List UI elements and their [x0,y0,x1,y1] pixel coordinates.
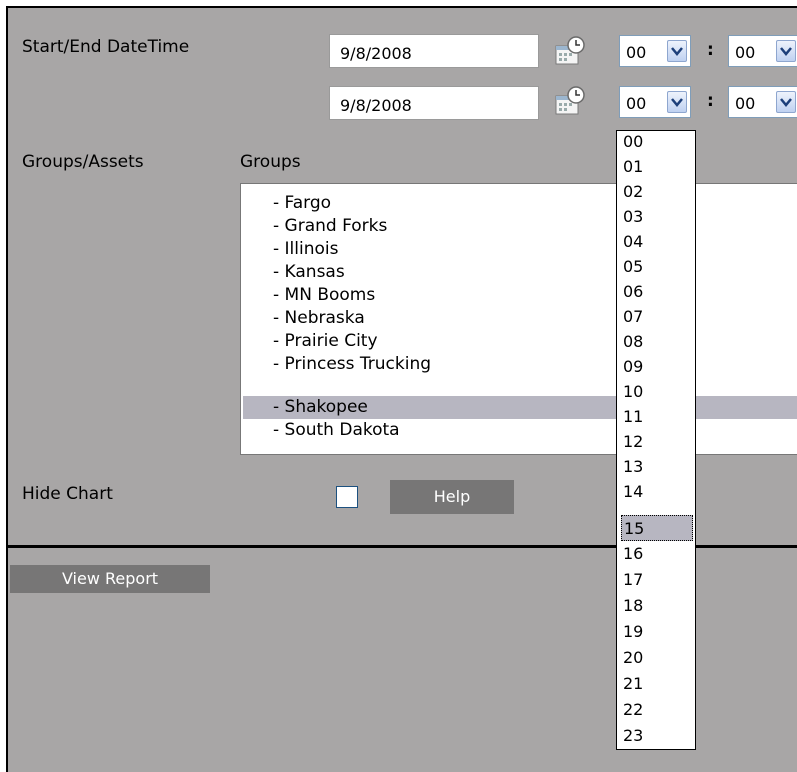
end-date-calendar-button[interactable] [553,84,587,118]
end-date-field[interactable]: 9/8/2008 [329,86,539,120]
hide-chart-label: Hide Chart [22,484,113,504]
hour-dropdown-list[interactable]: 00 01 02 03 04 05 06 07 08 09 10 11 12 1… [616,130,696,750]
dropdown-option[interactable]: 03 [621,204,693,230]
dropdown-option[interactable]: 19 [621,619,693,645]
start-date-calendar-button[interactable] [553,34,587,68]
dropdown-option[interactable]: 00 [621,129,693,155]
list-item-selected[interactable]: - Shakopee [273,396,368,419]
chevron-down-icon[interactable] [776,40,796,62]
list-item[interactable]: - MN Booms [273,284,375,307]
hide-chart-checkbox[interactable] [336,486,358,508]
dropdown-option[interactable]: 12 [621,429,693,455]
chevron-down-icon[interactable] [776,91,796,113]
report-form-window: Start/End DateTime 9/8/2008 00 : 00 9/8/… [0,0,797,772]
chevron-down-icon[interactable] [667,91,687,113]
dropdown-option[interactable]: 13 [621,454,693,480]
dropdown-option[interactable]: 23 [621,723,693,749]
start-hour-value: 00 [626,43,647,62]
dropdown-option[interactable]: 06 [621,279,693,305]
list-item[interactable]: - Fargo [273,192,331,215]
dropdown-option[interactable]: 20 [621,645,693,671]
calendar-clock-icon [555,36,585,65]
start-end-datetime-label: Start/End DateTime [22,37,190,57]
start-minute-select[interactable]: 00 [728,35,797,67]
dropdown-option[interactable]: 05 [621,254,693,280]
groups-label: Groups [240,152,301,172]
start-hour-select[interactable]: 00 [619,35,691,67]
list-item[interactable]: - Prairie City [273,330,378,353]
calendar-clock-icon [555,86,585,115]
time-separator: : [707,40,714,60]
dropdown-option[interactable]: 17 [621,567,693,593]
list-item[interactable]: - Nebraska [273,307,365,330]
dropdown-option[interactable]: 01 [621,154,693,180]
dropdown-option[interactable]: 14 [621,479,693,505]
dropdown-option[interactable]: 11 [621,404,693,430]
list-item[interactable]: - Princess Trucking [273,353,431,376]
dropdown-option-highlighted[interactable]: 15 [621,515,693,541]
dropdown-option[interactable]: 10 [621,379,693,405]
dropdown-option[interactable]: 09 [621,354,693,380]
dropdown-option[interactable]: 18 [621,593,693,619]
end-hour-select[interactable]: 00 [619,86,691,118]
start-minute-value: 00 [735,43,756,62]
start-date-field[interactable]: 9/8/2008 [329,34,539,68]
dropdown-option[interactable]: 04 [621,229,693,255]
list-item[interactable]: - Grand Forks [273,215,387,238]
dropdown-option[interactable]: 07 [621,304,693,330]
groups-listbox[interactable]: - Fargo - Grand Forks - Illinois - Kansa… [240,183,797,455]
end-minute-value: 00 [735,94,756,113]
dropdown-option[interactable]: 22 [621,697,693,723]
end-minute-select[interactable]: 00 [728,86,797,118]
list-item[interactable]: - Kansas [273,261,345,284]
list-item[interactable]: - South Dakota [273,419,400,442]
dropdown-option[interactable]: 02 [621,179,693,205]
help-button[interactable]: Help [390,480,514,514]
dropdown-option[interactable]: 16 [621,541,693,567]
list-item[interactable]: - Illinois [273,238,338,261]
view-report-button[interactable]: View Report [10,565,210,593]
chevron-down-icon[interactable] [667,40,687,62]
dropdown-option[interactable]: 21 [621,671,693,697]
time-separator: : [707,91,714,111]
groups-assets-label: Groups/Assets [22,152,144,172]
dropdown-option[interactable]: 08 [621,329,693,355]
end-hour-value: 00 [626,94,647,113]
